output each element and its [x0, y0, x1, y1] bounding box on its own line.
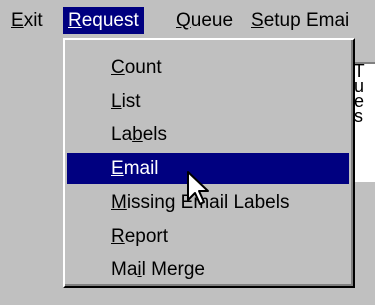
menu-item-count[interactable]: Count	[67, 52, 349, 83]
menu-item-labels[interactable]: Labels	[67, 119, 349, 150]
menu-item-mail-merge[interactable]: Mail Merge	[67, 254, 349, 285]
menu-queue-accesskey: Q	[176, 10, 191, 31]
menu-item-list[interactable]: List	[67, 86, 349, 117]
menu-queue[interactable]: Queue	[171, 7, 238, 34]
menu-request-accesskey: R	[68, 10, 82, 31]
menu-item-missing-email-labels[interactable]: Missing Email Labels	[67, 187, 349, 218]
menu-setup-email[interactable]: Setup Emai	[246, 7, 354, 34]
menu-bar: Exit Request Queue Setup Emai	[0, 0, 375, 40]
menu-item-email[interactable]: Email	[67, 153, 349, 184]
request-dropdown-menu: Count List Labels Email Missing Email La…	[63, 38, 355, 288]
menu-exit-accesskey: E	[11, 10, 24, 31]
menu-item-report[interactable]: Report	[67, 221, 349, 252]
menu-request[interactable]: Request	[63, 7, 144, 34]
menu-exit[interactable]: Exit	[6, 7, 48, 34]
menu-setup-email-accesskey: S	[251, 10, 264, 31]
